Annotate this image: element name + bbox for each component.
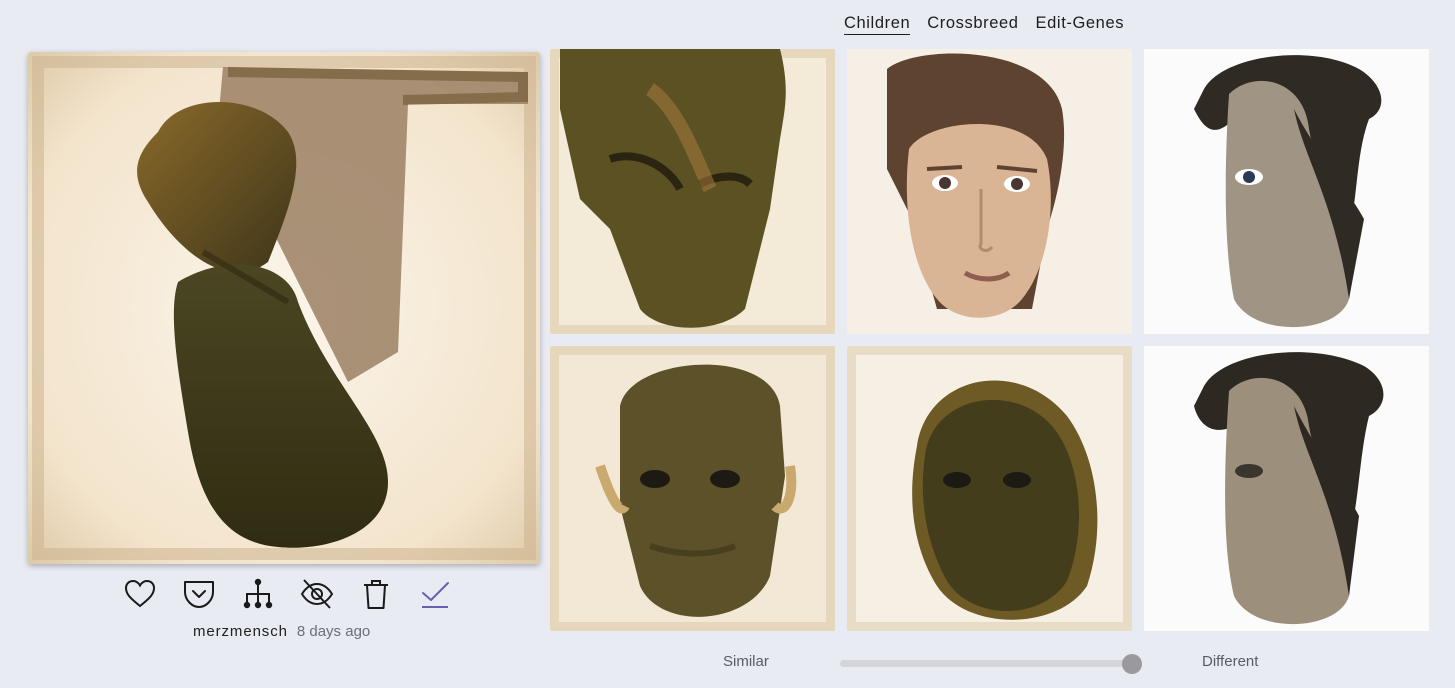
child-image-5[interactable] bbox=[847, 346, 1132, 631]
hide-button[interactable] bbox=[299, 576, 335, 612]
checkmark-icon bbox=[422, 582, 449, 608]
tab-children[interactable]: Children bbox=[844, 14, 911, 35]
tab-bar: Children Crossbreed Edit-Genes bbox=[844, 14, 1124, 35]
different-label: Different bbox=[1202, 653, 1259, 670]
main-image bbox=[28, 52, 540, 564]
delete-button[interactable] bbox=[358, 576, 394, 612]
tab-edit-genes[interactable]: Edit-Genes bbox=[1036, 14, 1125, 35]
author-link[interactable]: merzmensch bbox=[193, 623, 288, 640]
family-tree-icon bbox=[243, 578, 273, 609]
select-button[interactable] bbox=[417, 576, 453, 612]
child-image-3[interactable] bbox=[1144, 49, 1429, 334]
image-meta: merzmensch 8 days ago bbox=[193, 623, 370, 640]
similar-label: Similar bbox=[723, 653, 769, 670]
like-button[interactable] bbox=[122, 576, 158, 612]
pocket-icon bbox=[184, 581, 214, 608]
timestamp: 8 days ago bbox=[296, 623, 371, 640]
lineage-button[interactable] bbox=[240, 576, 276, 612]
trash-icon bbox=[364, 580, 388, 609]
action-bar bbox=[122, 576, 453, 612]
save-button[interactable] bbox=[181, 576, 217, 612]
child-image-6[interactable] bbox=[1144, 346, 1429, 631]
child-image-2[interactable] bbox=[847, 49, 1132, 334]
similarity-slider[interactable] bbox=[840, 653, 1142, 674]
child-image-4[interactable] bbox=[550, 346, 835, 631]
tab-crossbreed[interactable]: Crossbreed bbox=[927, 14, 1018, 35]
heart-icon bbox=[124, 579, 156, 608]
slider-thumb[interactable] bbox=[1122, 653, 1142, 674]
child-image-1[interactable] bbox=[550, 49, 835, 334]
eye-slash-icon bbox=[300, 579, 334, 609]
